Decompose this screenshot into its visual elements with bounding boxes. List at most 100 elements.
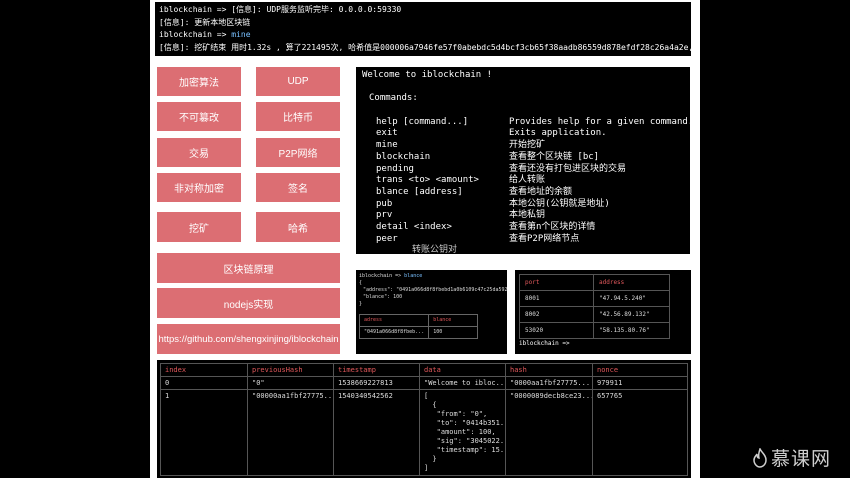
command-row: blockchain 查看整个区块链 [bc] bbox=[362, 152, 684, 164]
table-cell: 100 bbox=[428, 326, 479, 339]
table-cell: "42.56.89.132" bbox=[593, 306, 670, 323]
table-header: timestamp bbox=[333, 363, 420, 377]
table-cell: 8002 bbox=[519, 306, 594, 323]
table-row: 1 "00000aa1fbf27775... 1540340542562 [ {… bbox=[160, 389, 688, 476]
table-header: port bbox=[519, 274, 594, 291]
terminal-command-line: iblockchain => mine bbox=[159, 29, 687, 42]
logo-text: 慕课网 bbox=[771, 448, 832, 470]
commands-title: Commands: bbox=[369, 93, 418, 104]
json-line: "blance": 100 bbox=[363, 294, 403, 300]
peers-table: port address 8001 "47.94.5.240" 8002 "42… bbox=[519, 274, 670, 339]
nodejs-impl-button[interactable]: nodejs实现 bbox=[157, 288, 340, 318]
table-header: index bbox=[160, 363, 248, 377]
hash-button[interactable]: 哈希 bbox=[256, 212, 340, 242]
flame-icon bbox=[753, 447, 767, 468]
command-row: pub 本地公钥(公钥就是地址) bbox=[362, 199, 684, 211]
table-cell: "0" bbox=[247, 376, 334, 390]
table-header: adress bbox=[358, 314, 430, 327]
table-cell: 1 bbox=[160, 389, 248, 476]
table-row: 53020 "58.135.80.76" bbox=[519, 322, 670, 339]
terminal-line: [信息]: 更新本地区块链 bbox=[159, 17, 251, 27]
help-terminal: Welcome to iblockchain ! Commands: help … bbox=[356, 67, 690, 254]
welcome-line: Welcome to iblockchain ! bbox=[362, 70, 493, 80]
table-cell: "58.135.80.76" bbox=[593, 322, 670, 339]
json-line: "address": "0491a066d8f8fbebd1a0b6109c47… bbox=[363, 287, 507, 293]
table-cell: 979911 bbox=[592, 376, 688, 390]
table-cell: "47.94.5.240" bbox=[593, 290, 670, 307]
table-cell: 0 bbox=[160, 376, 248, 390]
cut-off-line: 转账公钥对 bbox=[412, 245, 458, 254]
command-row: exit Exits application. bbox=[362, 128, 684, 140]
table-cell: 657765 bbox=[592, 389, 688, 476]
imooc-logo: 慕课网 bbox=[752, 444, 831, 471]
command-row: pending 查看还没有打包进区块的交易 bbox=[362, 164, 684, 176]
github-link-button[interactable]: https://github.com/shengxinjing/iblockch… bbox=[157, 324, 340, 354]
table-cell: 53020 bbox=[519, 322, 594, 339]
command-description: Provides help for a given command. bbox=[509, 116, 690, 127]
udp-button[interactable]: UDP bbox=[256, 67, 340, 96]
command-description: 查看还没有打包进区块的交易 bbox=[509, 163, 627, 174]
json-line: { bbox=[359, 280, 363, 286]
command-row: peer 查看P2P网络节点 bbox=[362, 234, 684, 246]
command-description: Exits application. bbox=[509, 128, 607, 139]
table-header: address bbox=[593, 274, 670, 291]
balance-terminal: iblockchain => blance { "address": "0491… bbox=[356, 270, 507, 354]
data-json: [ { "from": "0", "to": "0414b351... "amo… bbox=[424, 392, 505, 472]
command-description: 本地私钥 bbox=[509, 210, 546, 221]
command-description: 查看第n个区块的详情 bbox=[509, 221, 596, 232]
left-letterbox bbox=[0, 0, 150, 478]
terminal-prompt: iblockchain => bbox=[159, 30, 227, 39]
blockchain-table: index previousHash timestamp data hash n… bbox=[160, 363, 688, 476]
table-header: hash bbox=[505, 363, 593, 377]
command-description: 查看P2P网络节点 bbox=[509, 233, 580, 244]
table-header: nonce bbox=[592, 363, 688, 377]
terminal-command: mine bbox=[231, 30, 251, 39]
command-name: pub bbox=[376, 198, 393, 209]
command-row: detail <index> 查看第n个区块的详情 bbox=[362, 222, 684, 234]
table-cell: "0000aa1fbf27775... bbox=[505, 376, 593, 390]
command-name: prv bbox=[376, 210, 393, 221]
table-row: 0 "0" 1538669227813 "Welcome to ibloc...… bbox=[160, 376, 688, 390]
table-header: blance bbox=[428, 314, 479, 327]
command-row: prv 本地私钥 bbox=[362, 210, 684, 222]
command-description: 给人转账 bbox=[509, 175, 546, 186]
terminal-prompt: iblockchain => bbox=[519, 340, 570, 347]
bitcoin-button[interactable]: 比特币 bbox=[256, 102, 340, 131]
command-row: help [command...] Provides help for a giv… bbox=[362, 116, 690, 129]
table-cell: 8001 bbox=[519, 290, 594, 307]
command-name: exit bbox=[376, 128, 398, 139]
table-cell: 1540340542562 bbox=[333, 389, 420, 476]
table-cell: "0000089decb8ce23... bbox=[505, 389, 593, 476]
command-name: blockchain bbox=[376, 151, 431, 162]
signature-button[interactable]: 签名 bbox=[256, 173, 340, 202]
terminal-line: iblockchain => [信息]: UDP服务监听完毕: 0.0.0.0:… bbox=[159, 5, 402, 14]
table-header: previousHash bbox=[247, 363, 334, 377]
command-name: mine bbox=[376, 140, 398, 151]
table-cell: [ { "from": "0", "to": "0414b351... "amo… bbox=[419, 389, 506, 476]
p2p-button[interactable]: P2P网络 bbox=[256, 138, 340, 167]
command-row: blance [address] 查看地址的余额 bbox=[362, 187, 684, 199]
blockchain-principle-button[interactable]: 区块链原理 bbox=[157, 253, 340, 283]
command-name: help [command...] bbox=[376, 116, 469, 127]
balance-command-line: iblockchain => blance bbox=[359, 273, 504, 280]
command-name: blance [address] bbox=[376, 186, 463, 197]
table-cell: 1538669227813 bbox=[333, 376, 420, 390]
json-line: } bbox=[359, 301, 363, 307]
command-description: 查看地址的余额 bbox=[509, 186, 573, 197]
command-description: 本地公钥(公钥就是地址) bbox=[509, 198, 610, 209]
crypto-button[interactable]: 加密算法 bbox=[157, 67, 241, 96]
command-row: mine 开始挖矿 bbox=[362, 140, 684, 152]
trade-button[interactable]: 交易 bbox=[157, 138, 241, 167]
terminal-command: blance bbox=[404, 273, 423, 279]
command-description: 开始挖矿 bbox=[509, 140, 546, 151]
tamper-proof-button[interactable]: 不可篡改 bbox=[157, 102, 241, 131]
mining-button[interactable]: 挖矿 bbox=[157, 212, 241, 242]
table-row: 8001 "47.94.5.240" bbox=[519, 290, 670, 307]
terminal-prompt: iblockchain => bbox=[359, 273, 402, 279]
blockchain-terminal: index previousHash timestamp data hash n… bbox=[157, 360, 691, 478]
peers-terminal: port address 8001 "47.94.5.240" 8002 "42… bbox=[515, 270, 691, 354]
table-cell: "Welcome to ibloc... bbox=[419, 376, 506, 390]
command-name: peer bbox=[376, 233, 398, 244]
asymmetric-crypto-button[interactable]: 非对称加密 bbox=[157, 173, 241, 202]
command-name: detail <index> bbox=[376, 221, 452, 232]
